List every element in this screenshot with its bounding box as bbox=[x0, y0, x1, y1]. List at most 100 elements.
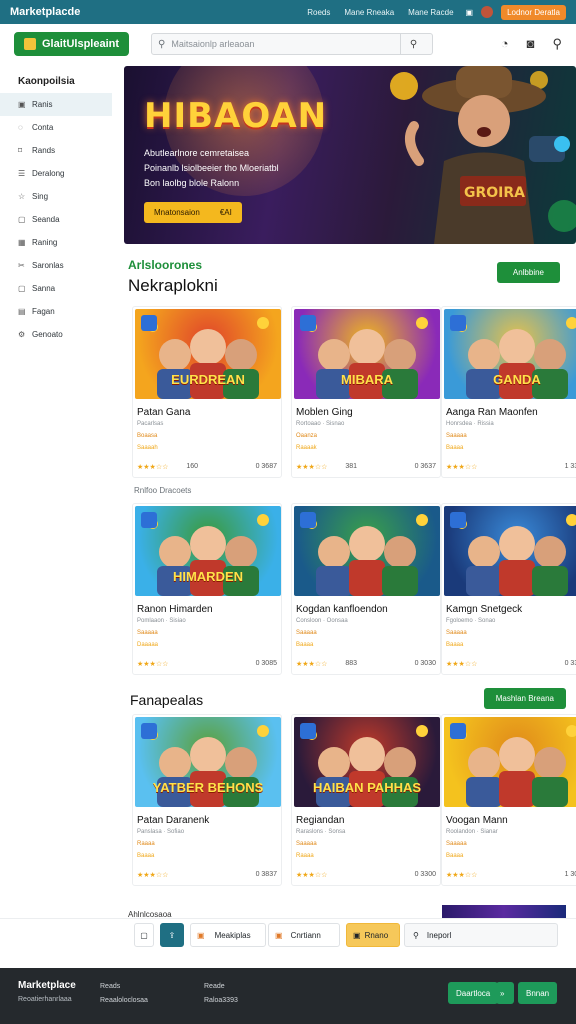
game-card[interactable]: YATBER BEHONS Patan Daranenk Panslasa · So… bbox=[132, 714, 282, 886]
rating-stars: ★★★☆☆ bbox=[137, 464, 169, 471]
box-icon: ▢ bbox=[18, 215, 26, 224]
game-meta: 0 3305 bbox=[564, 660, 576, 667]
search-icon[interactable]: ⚲ bbox=[552, 36, 562, 52]
game-extra: Baaaa bbox=[296, 642, 314, 648]
game-title[interactable]: Regiandan bbox=[296, 815, 344, 826]
hero-desc-line-1: Abutlearlnore cemretaisea bbox=[144, 148, 250, 158]
top-action-button[interactable]: Lodnor Deratla bbox=[501, 4, 566, 20]
game-price: Saaaaa bbox=[446, 630, 467, 636]
share-icon[interactable]: ⇪ bbox=[160, 923, 184, 947]
game-title[interactable]: Ranon Himarden bbox=[137, 604, 213, 615]
footer-col-2-link[interactable]: Raloa3393 bbox=[204, 994, 238, 1008]
sidebar-item-label: Deralong bbox=[32, 169, 65, 178]
platform-badge-icon bbox=[450, 723, 466, 739]
game-developer: Fgoloemo · Sonao bbox=[446, 618, 496, 624]
section-see-all-button[interactable]: Anlbbine bbox=[496, 262, 560, 283]
game-title[interactable]: Aanga Ran Maonfen bbox=[446, 407, 538, 418]
sidebar-title: Kaonpoilsia bbox=[18, 76, 75, 87]
hero-cta-button[interactable]: Mnatonsaion €AI bbox=[144, 202, 242, 223]
sidebar-item-5[interactable]: ☆ Sing bbox=[0, 185, 112, 208]
footer-button-1[interactable]: Daartloca bbox=[448, 982, 499, 1004]
tab-content[interactable]: ▣ Cnrtiann bbox=[268, 923, 340, 947]
message-icon[interactable]: ▣ bbox=[466, 8, 474, 17]
game-thumbnail[interactable]: MIBARA bbox=[294, 309, 440, 399]
top-link-2[interactable]: Mane Rneaka bbox=[344, 8, 394, 17]
sidebar: Kaonpoilsia ▣ Ranis ◌ Conta ⌑ Rands ☰ Deralo… bbox=[0, 64, 112, 364]
game-title[interactable]: Kamgn Snetgeck bbox=[446, 604, 522, 615]
game-thumbnail[interactable] bbox=[294, 506, 440, 596]
avatar[interactable] bbox=[481, 6, 494, 18]
game-extra: Daaaaa bbox=[137, 642, 159, 648]
thumbnail-title: MIBARA bbox=[341, 372, 393, 387]
search-submit-button[interactable]: ⚲ bbox=[400, 34, 426, 54]
game-card[interactable]: Kamgn Snetgeck Fgoloemo · Sonao Saaaaa Baaa… bbox=[441, 503, 576, 675]
sidebar-item-10[interactable]: ▤ Fagan bbox=[0, 300, 112, 323]
section-2-button[interactable]: Mashlan Breana bbox=[483, 688, 566, 709]
star-icon: ☆ bbox=[18, 192, 26, 201]
review-count: 381 bbox=[345, 463, 358, 470]
game-extra: Baaaa bbox=[446, 642, 464, 648]
game-title[interactable]: Voogan Mann bbox=[446, 815, 508, 826]
tab-marketplace[interactable]: ▣ Meakiplas bbox=[190, 923, 266, 947]
platform-badge-icon bbox=[300, 723, 316, 739]
thumbnail-title: HAIBAN PAHHAS bbox=[312, 780, 422, 795]
game-meta: 0 3687 bbox=[255, 463, 277, 470]
game-card[interactable]: MIBARA Moblen Ging Rortoaao · Sisnao Oaanza… bbox=[291, 306, 441, 478]
sidebar-item-9[interactable]: ▢ Sanna bbox=[0, 277, 112, 300]
sidebar-item-3[interactable]: ⌑ Rands bbox=[0, 139, 112, 162]
platform-badge-icon bbox=[300, 315, 316, 331]
game-card[interactable]: HIMARDEN Ranon Himarden Pomlaaon · Sisiao S… bbox=[132, 503, 282, 675]
logo-button[interactable]: GlaitUlspleaint bbox=[14, 32, 130, 56]
camera-icon[interactable]: ◙ bbox=[527, 36, 535, 52]
tab-active[interactable]: ▣ Rnano bbox=[346, 923, 400, 947]
game-thumbnail[interactable] bbox=[444, 506, 576, 596]
game-card[interactable]: EURDREAN Patan Gana Pacarlsas Boaasa Saaaah ★… bbox=[132, 306, 282, 478]
game-card[interactable]: GANDA Aanga Ran Maonfen Honrsdea · Rissia S… bbox=[441, 306, 576, 478]
svg-text:GROIRA: GROIRA bbox=[464, 185, 525, 201]
sidebar-item-7[interactable]: ▦ Raning bbox=[0, 231, 112, 254]
game-price: Boaasa bbox=[137, 433, 158, 439]
game-title[interactable]: Moblen Ging bbox=[296, 407, 353, 418]
top-link-1[interactable]: Roeds bbox=[307, 8, 330, 17]
search-input[interactable]: Maitsaionlp arleaoan bbox=[171, 39, 400, 49]
search-bar: ⚲ Maitsaionlp arleaoan ⚲ bbox=[151, 33, 434, 55]
footer-button-2[interactable]: Bnnan bbox=[518, 982, 558, 1004]
game-meta-row: ★★★☆☆ 0 3085 bbox=[137, 660, 277, 668]
game-thumbnail[interactable]: GANDA bbox=[444, 309, 576, 399]
game-developer: Pacarlsas bbox=[137, 421, 164, 427]
footer-brand: Marketplace bbox=[18, 980, 76, 991]
game-card[interactable]: Kogdan kanfloendon Consloon · Oonsaa Saaaa… bbox=[291, 503, 441, 675]
footer-col-1-link[interactable]: Reaaloloclosaa bbox=[100, 994, 148, 1008]
sidebar-item-6[interactable]: ▢ Seanda bbox=[0, 208, 112, 231]
home-tab-icon[interactable]: ▢ bbox=[134, 923, 154, 947]
game-thumbnail[interactable]: EURDREAN bbox=[135, 309, 281, 399]
hero-character-image: GROIRA bbox=[390, 66, 576, 244]
tab-icon: ▣ bbox=[275, 930, 283, 940]
game-meta-row: ★★★☆☆ 160 0 3687 bbox=[137, 463, 277, 471]
sidebar-item-4[interactable]: ☰ Deralong bbox=[0, 162, 112, 185]
game-card[interactable]: Voogan Mann Roolandon · Sianar Saaaaa Baaaa… bbox=[441, 714, 576, 886]
game-thumbnail[interactable]: HAIBAN PAHHAS bbox=[294, 717, 440, 807]
thumbnail-title: HIMARDEN bbox=[172, 569, 244, 584]
game-title[interactable]: Kogdan kanfloendon bbox=[296, 604, 388, 615]
brand-name[interactable]: Marketplacde bbox=[10, 6, 293, 18]
platform-badge-icon bbox=[141, 723, 157, 739]
game-title[interactable]: Patan Daranenk bbox=[137, 815, 209, 826]
hero-banner[interactable]: GROIRA HIBAOAN Abutlearlnore cemretaisea… bbox=[124, 66, 576, 244]
game-thumbnail[interactable]: HIMARDEN bbox=[135, 506, 281, 596]
sidebar-item-11[interactable]: ⚙ Genoato bbox=[0, 323, 112, 346]
sidebar-item-8[interactable]: ✂ Saronlas bbox=[0, 254, 112, 277]
game-title[interactable]: Patan Gana bbox=[137, 407, 190, 418]
section-2-title: Fanapealas bbox=[130, 692, 204, 708]
top-link-3[interactable]: Mane Racde bbox=[408, 8, 453, 17]
game-thumbnail[interactable]: YATBER BEHONS bbox=[135, 717, 281, 807]
game-card[interactable]: HAIBAN PAHHAS Regiandan Raraslons · Sonsa S… bbox=[291, 714, 441, 886]
sidebar-item-1[interactable]: ▣ Ranis bbox=[0, 93, 112, 116]
tab-label: Meakiplas bbox=[214, 930, 251, 940]
thumbnail-title: GANDA bbox=[493, 372, 541, 387]
chat-icon[interactable]: ◔ bbox=[501, 36, 509, 52]
game-thumbnail[interactable] bbox=[444, 717, 576, 807]
sidebar-item-2[interactable]: ◌ Conta bbox=[0, 116, 112, 139]
footer-arrow-button[interactable]: » bbox=[496, 982, 514, 1004]
bottom-search-input[interactable]: ⚲ Ineporl bbox=[404, 923, 558, 947]
